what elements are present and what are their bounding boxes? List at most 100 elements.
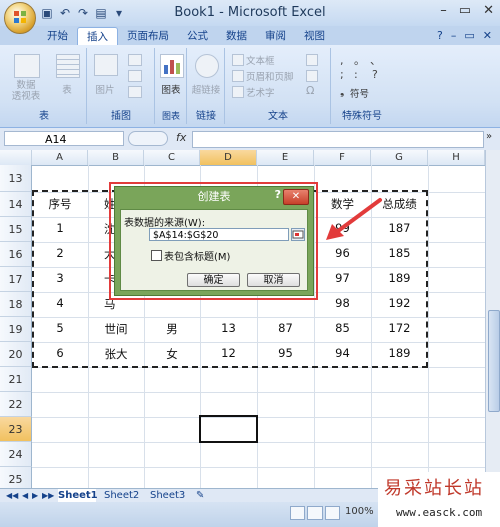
header-footer-icon[interactable] [232, 70, 244, 82]
dialog-body: 表数据的来源(W): $A$14:$G$20 表包含标题(M) 确定 取消 [120, 209, 308, 291]
tab-formulas[interactable]: 公式 [178, 27, 217, 45]
table-button[interactable]: 表 [54, 82, 80, 96]
chart-icon[interactable] [160, 54, 184, 78]
row-header[interactable]: 19 [0, 317, 32, 342]
tab-data[interactable]: 数据 [217, 27, 256, 45]
header-footer-button[interactable]: 页眉和页脚 [246, 69, 294, 83]
question-symbol-icon[interactable]: ? [372, 68, 378, 81]
comma-symbol-icon[interactable]: , [340, 54, 344, 67]
period-symbol-icon[interactable]: 。 [354, 52, 365, 68]
last-sheet-icon[interactable]: ▶▶ [42, 489, 54, 502]
pivot-table-button[interactable]: 数据 透视表 [4, 80, 48, 102]
group-charts: 图表 图表 [156, 48, 187, 124]
semicolon-symbol-icon[interactable]: ; [340, 68, 344, 81]
row-header[interactable]: 20 [0, 342, 32, 367]
window-title: Book1 - Microsoft Excel [174, 5, 326, 20]
scroll-thumb[interactable] [488, 310, 500, 412]
dialog-help-button[interactable]: ? [275, 188, 281, 201]
ok-button[interactable]: 确定 [187, 273, 240, 287]
tab-page-layout[interactable]: 页面布局 [118, 27, 178, 45]
row-header[interactable]: 18 [0, 292, 32, 317]
column-header[interactable]: E [257, 150, 314, 165]
formula-bar-expand-icon[interactable] [128, 131, 168, 146]
column-header[interactable]: D [200, 150, 257, 165]
ribbon-close-icon[interactable]: ✕ [483, 29, 492, 42]
vertical-scrollbar[interactable] [485, 150, 500, 488]
has-headers-checkbox[interactable] [151, 250, 162, 261]
first-sheet-icon[interactable]: ◀◀ [6, 489, 18, 502]
row-header[interactable]: 14 [0, 192, 32, 217]
gridline [428, 165, 429, 488]
sheet-tab-3[interactable]: Sheet3 [150, 489, 185, 502]
column-header[interactable]: H [428, 150, 485, 165]
formula-expand-icon[interactable]: » [486, 131, 492, 142]
sheet-tab-1[interactable]: Sheet1 [58, 489, 98, 502]
insert-sheet-icon[interactable]: ✎ [196, 489, 204, 502]
column-header[interactable]: G [371, 150, 428, 165]
tab-insert[interactable]: 插入 [77, 27, 118, 46]
cancel-button[interactable]: 取消 [247, 273, 300, 287]
object-icon[interactable] [306, 70, 318, 82]
sheet-tab-2[interactable]: Sheet2 [104, 489, 139, 502]
page-layout-view-icon[interactable] [307, 506, 323, 520]
range-input[interactable]: $A$14:$G$20 [149, 228, 289, 241]
ribbon-minimize-icon[interactable]: – [451, 29, 457, 42]
row-header[interactable]: 15 [0, 217, 32, 242]
wordart-button[interactable]: 艺术字 [246, 85, 275, 99]
has-headers-label[interactable]: 表包含标题(M) [164, 248, 230, 263]
signature-icon[interactable] [306, 54, 318, 66]
ribbon-restore-icon[interactable]: ▭ [464, 29, 474, 42]
close-window-button[interactable]: ✕ [483, 3, 494, 18]
dialog-close-button[interactable]: ✕ [283, 189, 309, 205]
tab-view[interactable]: 视图 [295, 27, 334, 45]
pivot-table-icon[interactable] [14, 54, 40, 78]
smartart-icon[interactable] [128, 86, 142, 98]
dot-symbol-icon[interactable]: 、 [370, 52, 381, 68]
tab-review[interactable]: 审阅 [256, 27, 295, 45]
row-header[interactable]: 25 [0, 467, 32, 488]
restore-button[interactable]: ▭ [459, 3, 471, 18]
symbol-icon[interactable]: Ω [306, 84, 314, 97]
chart-button[interactable]: 图表 [156, 82, 186, 96]
textbox-button[interactable]: 文本框 [246, 53, 275, 67]
shapes-icon[interactable] [128, 70, 142, 82]
formula-input[interactable] [192, 131, 484, 148]
clipart-icon[interactable] [128, 54, 142, 66]
page-break-view-icon[interactable] [324, 506, 340, 520]
table-icon[interactable] [56, 54, 80, 78]
column-header[interactable]: F [314, 150, 371, 165]
row-header[interactable]: 23 [0, 417, 32, 442]
colon-symbol-icon[interactable]: : [354, 68, 358, 81]
hyperlink-button[interactable]: 超链接 [188, 82, 224, 96]
office-button[interactable] [4, 2, 36, 34]
zoom-level[interactable]: 100% [345, 506, 374, 517]
normal-view-icon[interactable] [290, 506, 306, 520]
next-sheet-icon[interactable]: ▶ [32, 489, 38, 502]
textbox-icon[interactable] [232, 54, 244, 66]
row-header[interactable]: 13 [0, 165, 32, 192]
column-header[interactable]: C [144, 150, 200, 165]
name-box[interactable]: A14 [4, 131, 124, 146]
picture-icon[interactable] [94, 54, 118, 76]
special-symbol-icon[interactable]: ❟ [340, 85, 344, 99]
active-cell[interactable] [199, 415, 258, 443]
row-header[interactable]: 16 [0, 242, 32, 267]
insert-function-button[interactable]: fx [176, 131, 186, 144]
hyperlink-icon[interactable] [195, 54, 219, 78]
row-header[interactable]: 22 [0, 392, 32, 417]
row-header[interactable]: 21 [0, 367, 32, 392]
symbol-button[interactable]: 符号 [350, 86, 369, 100]
wordart-icon[interactable] [232, 86, 244, 98]
create-table-dialog: 创建表 ? ✕ 表数据的来源(W): $A$14:$G$20 表包含标题(M) … [114, 186, 314, 296]
picture-button[interactable]: 图片 [90, 82, 120, 96]
row-header[interactable]: 17 [0, 267, 32, 292]
range-select-button[interactable] [291, 228, 305, 241]
select-all-corner[interactable] [0, 150, 32, 165]
prev-sheet-icon[interactable]: ◀ [22, 489, 28, 502]
help-icon[interactable]: ? [437, 29, 443, 42]
row-header[interactable]: 24 [0, 442, 32, 467]
tab-home[interactable]: 开始 [38, 27, 77, 45]
minimize-button[interactable]: – [440, 3, 447, 18]
column-header[interactable]: B [88, 150, 144, 165]
column-header[interactable]: A [32, 150, 88, 165]
